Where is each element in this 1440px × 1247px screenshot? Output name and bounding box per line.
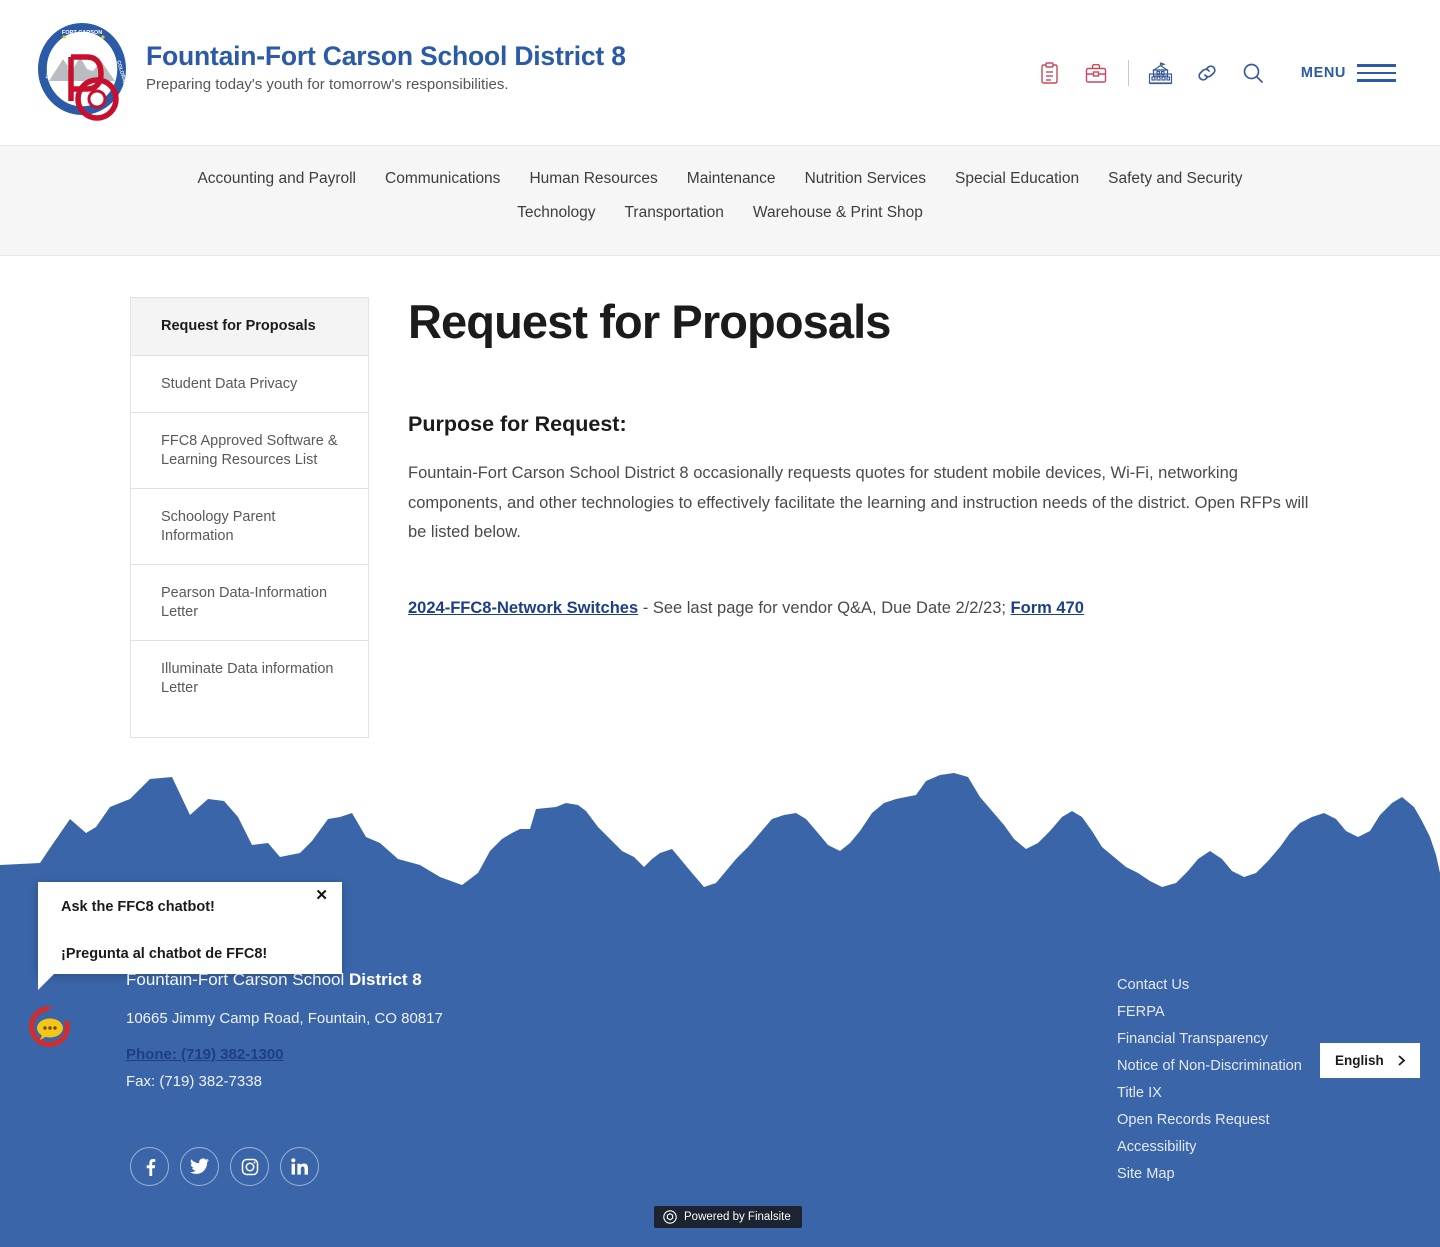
purpose-paragraph: Fountain-Fort Carson School District 8 o… [408,464,1309,542]
close-icon[interactable]: ✕ [310,885,333,906]
footer-fax: Fax: (719) 382-7338 [126,1073,262,1090]
footer-link-site-map[interactable]: Site Map [1117,1162,1302,1187]
sidebar-item-schoology-parent-information[interactable]: Schoology Parent Information [131,489,368,566]
site-tagline: Preparing today's youth for tomorrow's r… [146,76,509,94]
powered-by-finalsite-label: Powered by Finalsite [684,1211,791,1223]
chevron-right-icon [1398,1055,1406,1066]
subnav-item-transportation[interactable]: Transportation [625,202,724,224]
sidebar-item-pearson-data-information-letter[interactable]: Pearson Data-Information Letter [131,565,368,642]
footer-social-row [130,1147,319,1186]
footer-phone: Phone: (719) 382-1300 [126,1046,443,1063]
sidebar-item-request-for-proposals[interactable]: Request for Proposals [131,298,368,356]
briefcase-icon[interactable] [1073,56,1119,90]
footer-links-list: Contact Us FERPA Financial Transparency … [1117,973,1302,1187]
sidebar-item-ffc8-approved-software[interactable]: FFC8 Approved Software & Learning Resour… [131,413,368,490]
footer-link-open-records-request[interactable]: Open Records Request [1117,1108,1302,1133]
hamburger-icon [1357,64,1396,82]
school-building-icon[interactable] [1138,56,1184,90]
subnav-item-nutrition-services[interactable]: Nutrition Services [805,168,926,190]
chatbot-message-spanish: ¡Pregunta al chatbot de FFC8! [61,946,268,962]
header-tools-divider [1127,60,1129,86]
powered-by-finalsite-badge[interactable]: Powered by Finalsite [654,1206,802,1228]
footer-link-notice-of-non-discrimination[interactable]: Notice of Non-Discrimination [1117,1054,1302,1079]
district-seal-logo[interactable]: FORT CARSON FOUNTAIN COLORADO [37,19,131,126]
content-area: Request for Proposals Student Data Priva… [0,256,1440,756]
rfp-line-middle-text: - See last page for vendor Q&A, Due Date… [638,599,1011,618]
menu-button[interactable]: MENU [1301,64,1396,82]
footer-link-title-ix[interactable]: Title IX [1117,1081,1302,1106]
language-selector-label: English [1335,1053,1384,1068]
site-header: FORT CARSON FOUNTAIN COLORADO Fountain-F… [0,0,1440,146]
subnav-item-technology[interactable]: Technology [517,202,595,224]
subnav-item-special-education[interactable]: Special Education [955,168,1079,190]
subnav-item-safety-and-security[interactable]: Safety and Security [1108,168,1242,190]
page-title: Request for Proposals [408,295,891,348]
page-root: FORT CARSON FOUNTAIN COLORADO Fountain-F… [0,0,1440,1247]
footer-address: 10665 Jimmy Camp Road, Fountain, CO 8081… [126,1010,443,1027]
footer-phone-link[interactable]: Phone: (719) 382-1300 [126,1046,284,1063]
footer-link-contact-us[interactable]: Contact Us [1117,973,1302,998]
menu-label: MENU [1300,65,1346,81]
department-subnav: Accounting and Payroll Communications Hu… [0,146,1440,256]
main-content: Request for Proposals Purpose for Reques… [408,297,1440,756]
facebook-icon[interactable] [130,1147,169,1186]
brand-block: Fountain-Fort Carson School District 8 P… [146,41,626,93]
subnav-item-maintenance[interactable]: Maintenance [687,168,776,190]
subnav-row: Accounting and Payroll Communications Hu… [145,168,1295,223]
chatbot-popup: Ask the FFC8 chatbot! ¡Pregunta al chatb… [38,882,342,990]
footer-link-financial-transparency[interactable]: Financial Transparency [1117,1027,1302,1052]
rfp-listing-line: 2024-FFC8-Network Switches - See last pa… [408,599,1330,618]
footer-contact-block: Fountain-Fort Carson School District 8 1… [126,970,443,1090]
footer-link-ferpa[interactable]: FERPA [1117,1000,1302,1025]
link-icon[interactable] [1184,56,1230,90]
language-selector[interactable]: English [1320,1043,1420,1078]
clipboard-icon[interactable] [1027,56,1073,90]
svg-text:FORT CARSON: FORT CARSON [62,30,102,36]
site-title: Fountain-Fort Carson School District 8 [146,41,626,71]
subnav-item-human-resources[interactable]: Human Resources [529,168,657,190]
sidebar-item-student-data-privacy[interactable]: Student Data Privacy [131,356,368,414]
subnav-item-communications[interactable]: Communications [385,168,500,190]
sidebar-item-illuminate-data-information-letter[interactable]: Illuminate Data information Letter [131,641,368,716]
finalsite-logo-icon [663,1210,677,1224]
subnav-item-warehouse-and-print-shop[interactable]: Warehouse & Print Shop [753,202,923,224]
chatbot-launcher-icon[interactable] [27,1004,72,1049]
footer-district-bold: District 8 [349,970,422,989]
subnav-item-accounting-and-payroll[interactable]: Accounting and Payroll [197,168,356,190]
footer-link-accessibility[interactable]: Accessibility [1117,1135,1302,1160]
twitter-icon[interactable] [180,1147,219,1186]
form-470-link[interactable]: Form 470 [1011,599,1084,617]
search-icon[interactable] [1230,56,1276,90]
chatbot-message-english: Ask the FFC8 chatbot! [61,899,215,915]
linkedin-icon[interactable] [280,1147,319,1186]
rfp-network-switches-link[interactable]: 2024-FFC8-Network Switches [408,599,638,617]
instagram-icon[interactable] [230,1147,269,1186]
section-sidebar: Request for Proposals Student Data Priva… [130,297,369,738]
section-heading: Purpose for Request: [408,412,627,437]
header-tools: MENU [1027,56,1396,90]
